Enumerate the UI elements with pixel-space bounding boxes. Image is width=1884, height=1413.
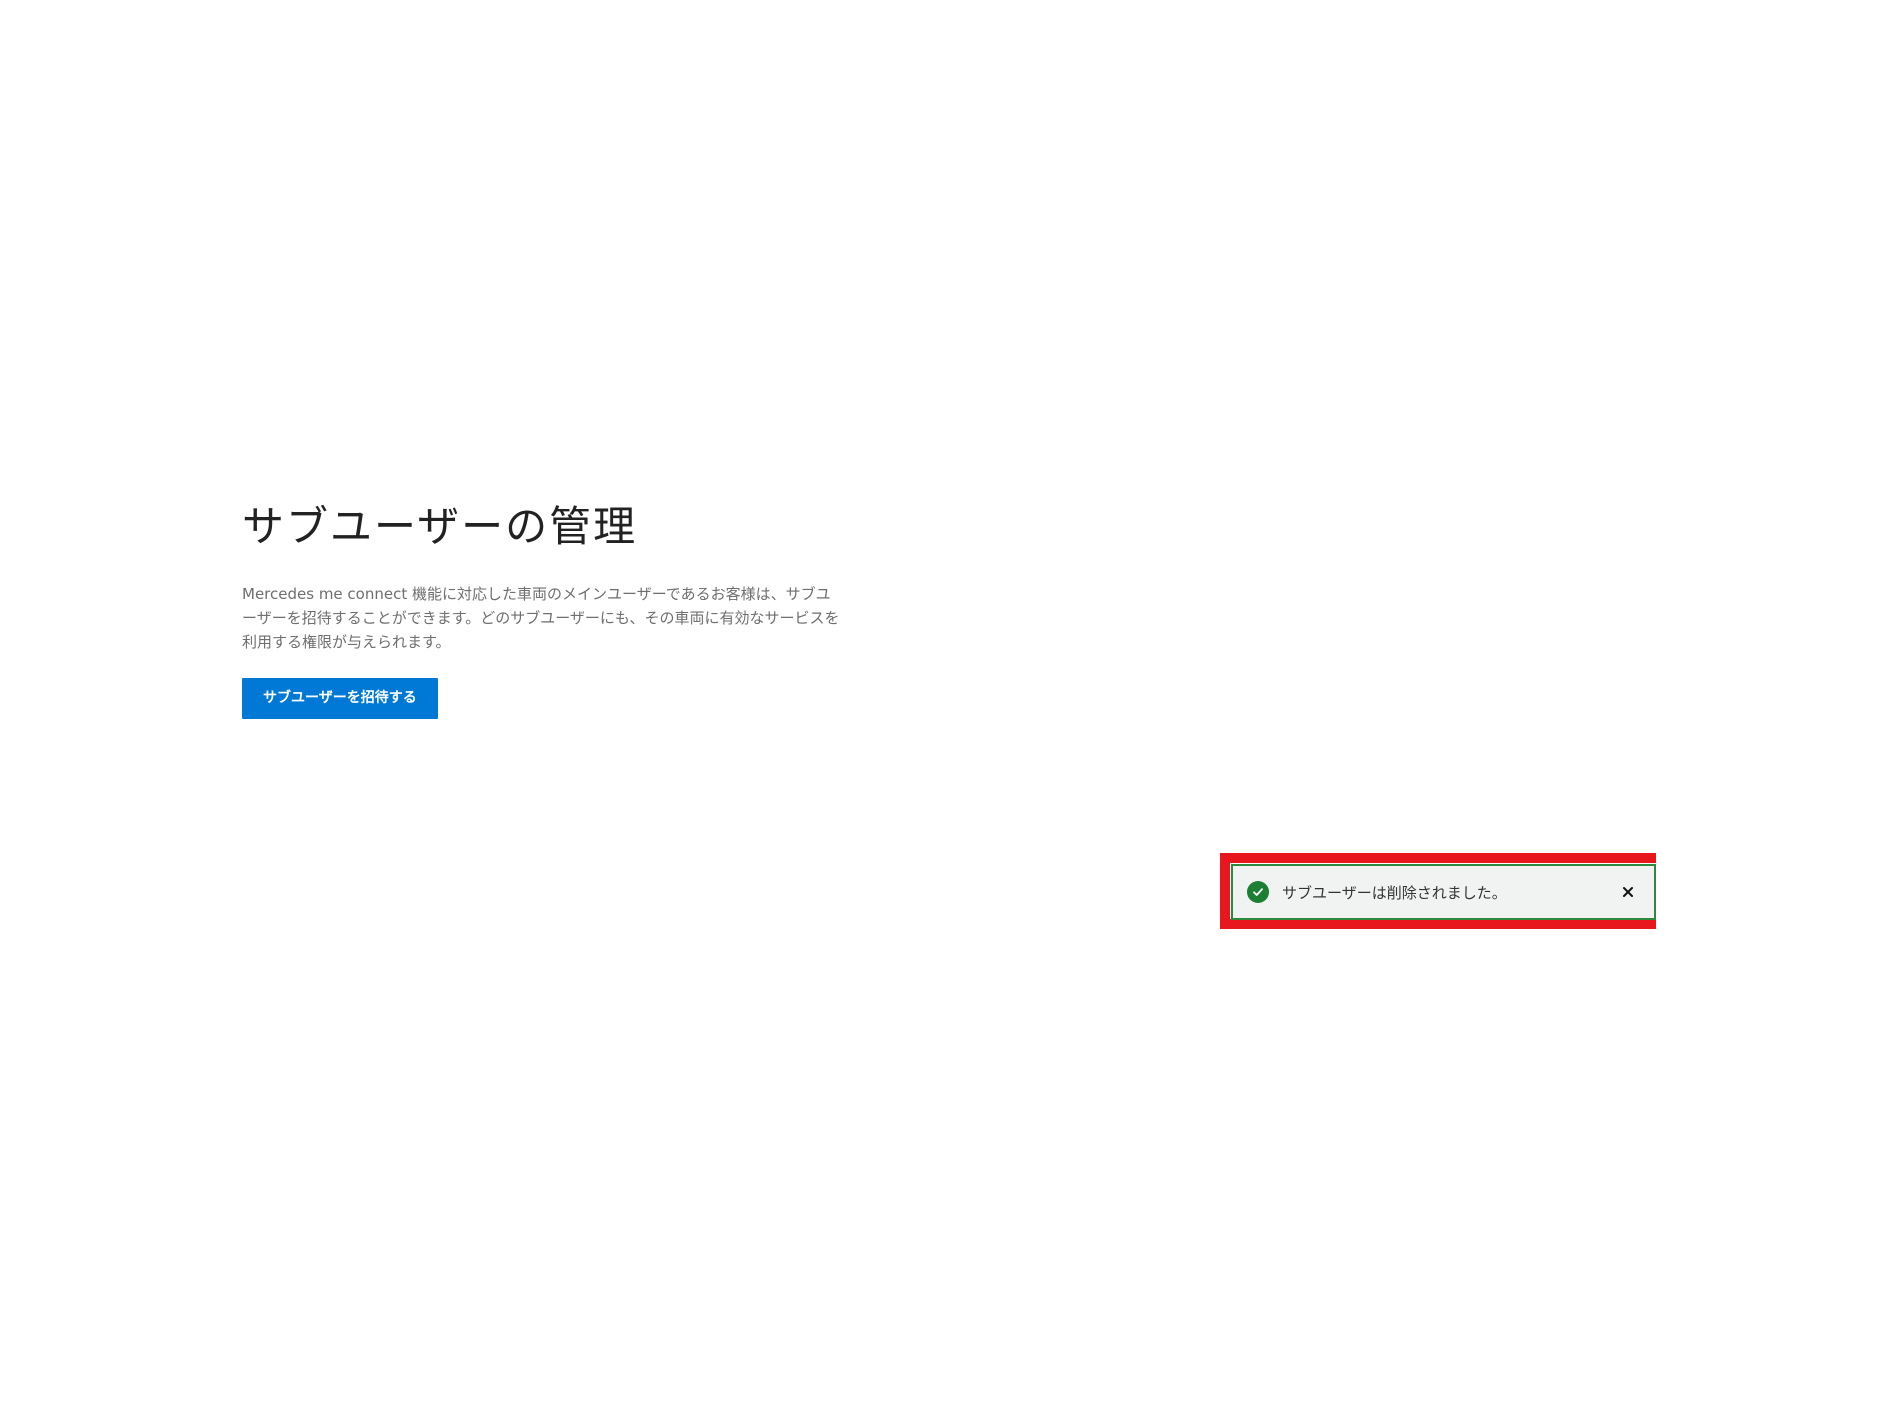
page-title: サブユーザーの管理 <box>242 502 638 551</box>
invite-subuser-button[interactable]: サブユーザーを招待する <box>242 678 438 719</box>
success-toast: サブユーザーは削除されました。 <box>1231 864 1656 920</box>
page-description: Mercedes me connect 機能に対応した車両のメインユーザーである… <box>242 585 840 651</box>
intro-section: サブユーザーの管理 Mercedes me connect 機能に対応した車両の… <box>242 500 842 719</box>
check-circle-icon <box>1247 881 1269 903</box>
close-icon[interactable] <box>1616 880 1640 904</box>
toast-message: サブユーザーは削除されました。 <box>1282 883 1507 902</box>
